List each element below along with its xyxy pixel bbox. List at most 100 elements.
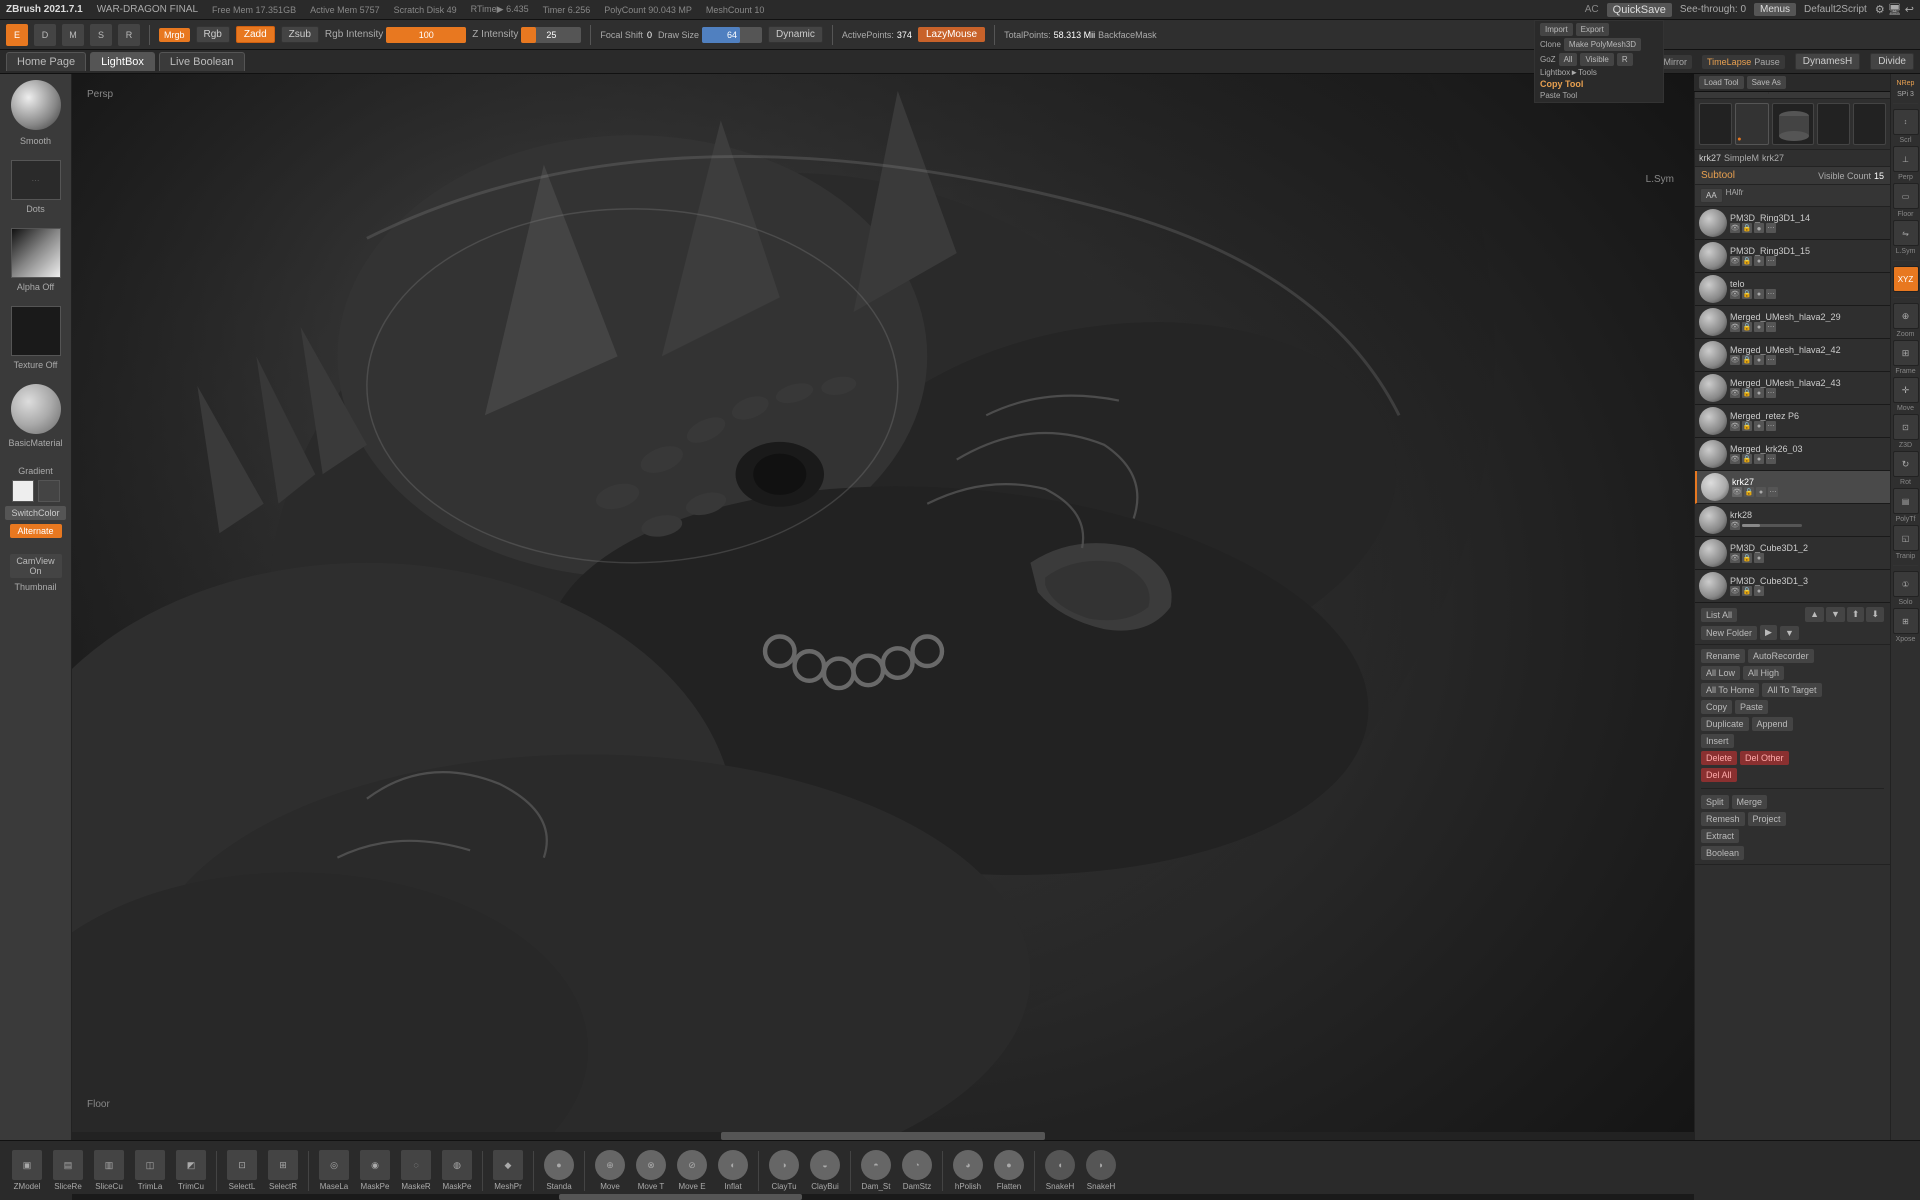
vis-icon-10[interactable]: ● (1754, 553, 1764, 563)
lock-icon-8[interactable]: 🔒 (1744, 487, 1754, 497)
scroll-btn[interactable]: ↕ (1893, 109, 1919, 135)
lock-icon-7[interactable]: 🔒 (1742, 454, 1752, 464)
eye-icon-6[interactable]: 👁 (1730, 421, 1740, 431)
quicksave-button[interactable]: QuickSave (1607, 3, 1672, 17)
vis-icon-4[interactable]: ● (1754, 355, 1764, 365)
save-as-btn[interactable]: Save As (1747, 76, 1786, 89)
new-folder-down[interactable]: ▼ (1780, 626, 1799, 640)
more-icon-5[interactable]: ⋯ (1766, 388, 1776, 398)
bt-movet[interactable]: ⊗ Move T (632, 1148, 670, 1193)
vis-icon-5[interactable]: ● (1754, 388, 1764, 398)
eye-icon-1[interactable]: 👁 (1730, 256, 1740, 266)
edit-icon[interactable]: E (6, 24, 28, 46)
bottom-hscroll[interactable] (72, 1194, 1694, 1200)
subtool-item-9[interactable]: krk28 👁 (1695, 504, 1890, 537)
del-other-button[interactable]: Del Other (1740, 751, 1789, 765)
eye-icon-8[interactable]: 👁 (1732, 487, 1742, 497)
subtool-item-7[interactable]: Merged_krk26_03 👁 🔒 ● ⋯ (1695, 438, 1890, 471)
frame-btn[interactable]: ⊞ (1893, 340, 1919, 366)
bt-masker[interactable]: ◌ MaskeR (397, 1148, 435, 1193)
more-icon-0[interactable]: ⋯ (1766, 223, 1776, 233)
bt-claytu[interactable]: ◑ ClayTu (765, 1148, 803, 1193)
bottom-hscroll-thumb[interactable] (559, 1194, 802, 1200)
merge-button[interactable]: Merge (1732, 795, 1768, 809)
mrgb-button[interactable]: Mrgb (159, 28, 190, 42)
split-button[interactable]: Split (1701, 795, 1729, 809)
menus-btn[interactable]: Menus (1754, 3, 1796, 16)
vis-icon-6[interactable]: ● (1754, 421, 1764, 431)
default2script[interactable]: Default2Script (1804, 4, 1867, 15)
canvas-area[interactable]: Persp Floor L.Sym (72, 74, 1694, 1140)
subtool-item-5[interactable]: Merged_UMesh_hlava2_43 👁 🔒 ● ⋯ (1695, 372, 1890, 405)
remesh-button[interactable]: Remesh (1701, 812, 1745, 826)
list-down-btn[interactable]: ▼ (1826, 607, 1845, 622)
divide-button[interactable]: Divide (1870, 53, 1914, 70)
all-to-target-button[interactable]: All To Target (1762, 683, 1821, 697)
bt-slicere[interactable]: ▤ SliceRe (49, 1148, 87, 1193)
bt-move[interactable]: ⊕ Move (591, 1148, 629, 1193)
see-through[interactable]: See-through: 0 (1680, 4, 1746, 15)
bt-maskpe1[interactable]: ◉ MaskPe (356, 1148, 394, 1193)
bt-damstz[interactable]: ◔ DamStz (898, 1148, 936, 1193)
subtool-item-4[interactable]: Merged_UMesh_hlava2_42 👁 🔒 ● ⋯ (1695, 339, 1890, 372)
lock-icon-6[interactable]: 🔒 (1742, 421, 1752, 431)
scale-tool-icon[interactable]: S (90, 24, 112, 46)
camview-on-button[interactable]: CamView On (10, 554, 62, 578)
visible-btn[interactable]: Visible (1580, 53, 1613, 66)
bt-trimcu[interactable]: ◩ TrimCu (172, 1148, 210, 1193)
switch-color-button[interactable]: SwitchColor (5, 506, 65, 520)
more-icon-7[interactable]: ⋯ (1766, 454, 1776, 464)
draw-size-slider[interactable]: 64 (702, 27, 762, 43)
lock-icon-3[interactable]: 🔒 (1742, 322, 1752, 332)
thumb-mesh2[interactable]: ● (1735, 103, 1768, 145)
alternate-button[interactable]: Alternate (10, 524, 62, 538)
del-all-button[interactable]: Del All (1701, 768, 1737, 782)
texture-preview[interactable] (11, 306, 61, 356)
xyz-btn[interactable]: XYZ (1893, 266, 1919, 292)
thumb-mesh3[interactable] (1772, 103, 1814, 145)
all-visible-btn[interactable]: All (1559, 53, 1578, 66)
bt-selectr[interactable]: ⊞ SelectR (264, 1148, 302, 1193)
tab-live-boolean[interactable]: Live Boolean (159, 52, 245, 71)
subtool-item-11[interactable]: PM3D_Cube3D1_3 👁 🔒 ● (1695, 570, 1890, 603)
zsub-button[interactable]: Zsub (281, 26, 319, 43)
vis-icon-8[interactable]: ● (1756, 487, 1766, 497)
import-btn[interactable]: Import (1540, 23, 1573, 36)
subtool-item-2[interactable]: telo 👁 🔒 ● ⋯ (1695, 273, 1890, 306)
r-btn[interactable]: R (1617, 53, 1633, 66)
lazy-mouse-button[interactable]: LazyMouse (918, 27, 985, 42)
lock-icon-2[interactable]: 🔒 (1742, 289, 1752, 299)
dots-preview[interactable]: ··· (11, 160, 61, 200)
list-up-btn[interactable]: ▲ (1805, 607, 1824, 622)
bt-meshpr[interactable]: ◆ MeshPr (489, 1148, 527, 1193)
subtool-item-0[interactable]: PM3D_Ring3D1_14 👁 🔒 ● ⋯ (1695, 207, 1890, 240)
eye-icon-4[interactable]: 👁 (1730, 355, 1740, 365)
lock-icon-11[interactable]: 🔒 (1742, 586, 1752, 596)
dynamic-button[interactable]: Dynamic (768, 26, 823, 43)
more-icon-8[interactable]: ⋯ (1768, 487, 1778, 497)
new-folder-button[interactable]: New Folder (1701, 626, 1757, 640)
bt-maskpe2[interactable]: ◍ MaskPe (438, 1148, 476, 1193)
thumb-mesh5[interactable] (1853, 103, 1886, 145)
more-icon-3[interactable]: ⋯ (1766, 322, 1776, 332)
aa-btn[interactable]: AA (1700, 188, 1723, 203)
dynamesh-button[interactable]: DynamesH (1795, 53, 1860, 70)
list-all-button[interactable]: List All (1701, 608, 1737, 622)
polytf-btn[interactable]: ▤ (1893, 488, 1919, 514)
lock-icon-0[interactable]: 🔒 (1742, 223, 1752, 233)
smooth-sphere[interactable] (11, 80, 61, 130)
bt-snakeh2[interactable]: ◗ SnakeH (1082, 1148, 1120, 1193)
bt-trimla[interactable]: ◫ TrimLa (131, 1148, 169, 1193)
vis-icon-7[interactable]: ● (1754, 454, 1764, 464)
eye-icon-7[interactable]: 👁 (1730, 454, 1740, 464)
bt-snakeh1[interactable]: ◖ SnakeH (1041, 1148, 1079, 1193)
load-tool-btn[interactable]: Load Tool (1699, 76, 1744, 89)
bt-movee[interactable]: ⊘ Move E (673, 1148, 711, 1193)
material-sphere[interactable] (11, 384, 61, 434)
all-low-button[interactable]: All Low (1701, 666, 1740, 680)
more-icon-4[interactable]: ⋯ (1766, 355, 1776, 365)
rgb-button[interactable]: Rgb (196, 26, 230, 43)
lock-icon-10[interactable]: 🔒 (1742, 553, 1752, 563)
move-3d-btn[interactable]: ✛ (1893, 377, 1919, 403)
extract-button[interactable]: Extract (1701, 829, 1739, 843)
